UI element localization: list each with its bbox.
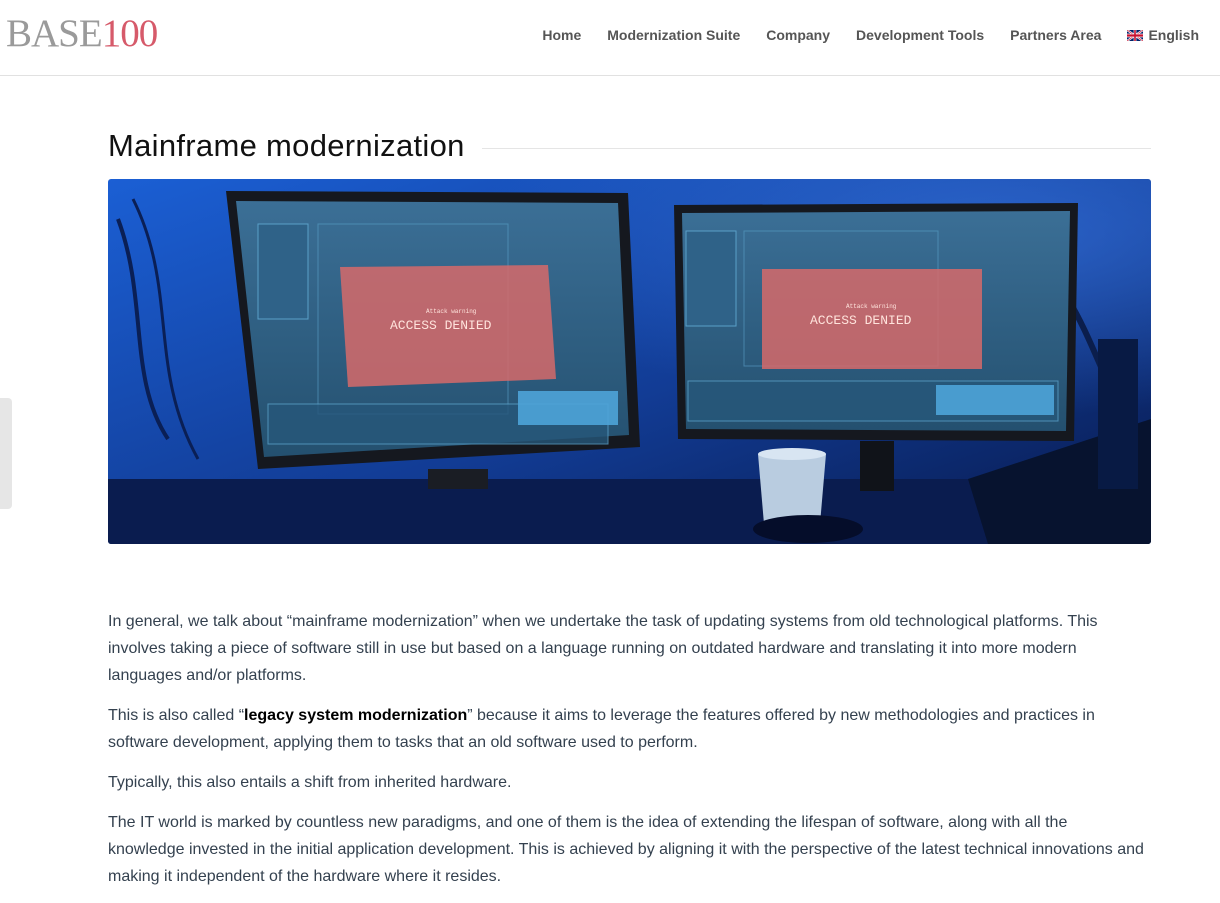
paragraph: In general, we talk about “mainframe mod…	[108, 613, 1098, 684]
nav-item-modernization-suite[interactable]: Modernization Suite	[607, 25, 740, 45]
side-panel-tab[interactable]	[0, 398, 12, 509]
attack-warning-right: Attack warning	[846, 303, 897, 310]
paragraph: The IT world is marked by countless new …	[108, 814, 1144, 885]
site-header: BASE100 Home Modernization Suite Company…	[0, 0, 1220, 76]
access-denied-right: ACCESS DENIED	[810, 313, 912, 328]
logo[interactable]: BASE100	[6, 12, 158, 55]
page-title: Mainframe modernization	[108, 128, 465, 163]
language-selector[interactable]: English	[1127, 25, 1199, 45]
page-title-row: Mainframe modernization	[108, 126, 1151, 166]
hero-image: ACCESS DENIED Attack warning ACCESS DENI…	[108, 179, 1151, 544]
attack-warning-left: Attack warning	[426, 308, 477, 315]
main-nav: Home Modernization Suite Company Develop…	[542, 25, 1199, 45]
paragraph: This is also called “legacy system moder…	[108, 702, 1148, 756]
title-divider	[481, 147, 1151, 149]
paragraph-text: This is also called “	[108, 707, 245, 724]
nav-item-development-tools[interactable]: Development Tools	[856, 25, 984, 45]
access-denied-left: ACCESS DENIED	[390, 318, 492, 333]
nav-item-partners-area[interactable]: Partners Area	[1010, 25, 1101, 45]
language-label: English	[1148, 27, 1199, 43]
monitors-illustration: ACCESS DENIED Attack warning ACCESS DENI…	[108, 179, 1151, 544]
logo-text-100: 100	[101, 12, 158, 55]
nav-item-company[interactable]: Company	[766, 25, 830, 45]
uk-flag-icon	[1127, 29, 1144, 41]
paragraph: Typically, this also entails a shift fro…	[108, 774, 512, 791]
logo-text-base: BASE	[6, 12, 103, 55]
bold-term: legacy system modernization	[244, 707, 468, 724]
article-body: In general, we talk about “mainframe mod…	[108, 608, 1148, 903]
nav-item-home[interactable]: Home	[542, 25, 581, 45]
